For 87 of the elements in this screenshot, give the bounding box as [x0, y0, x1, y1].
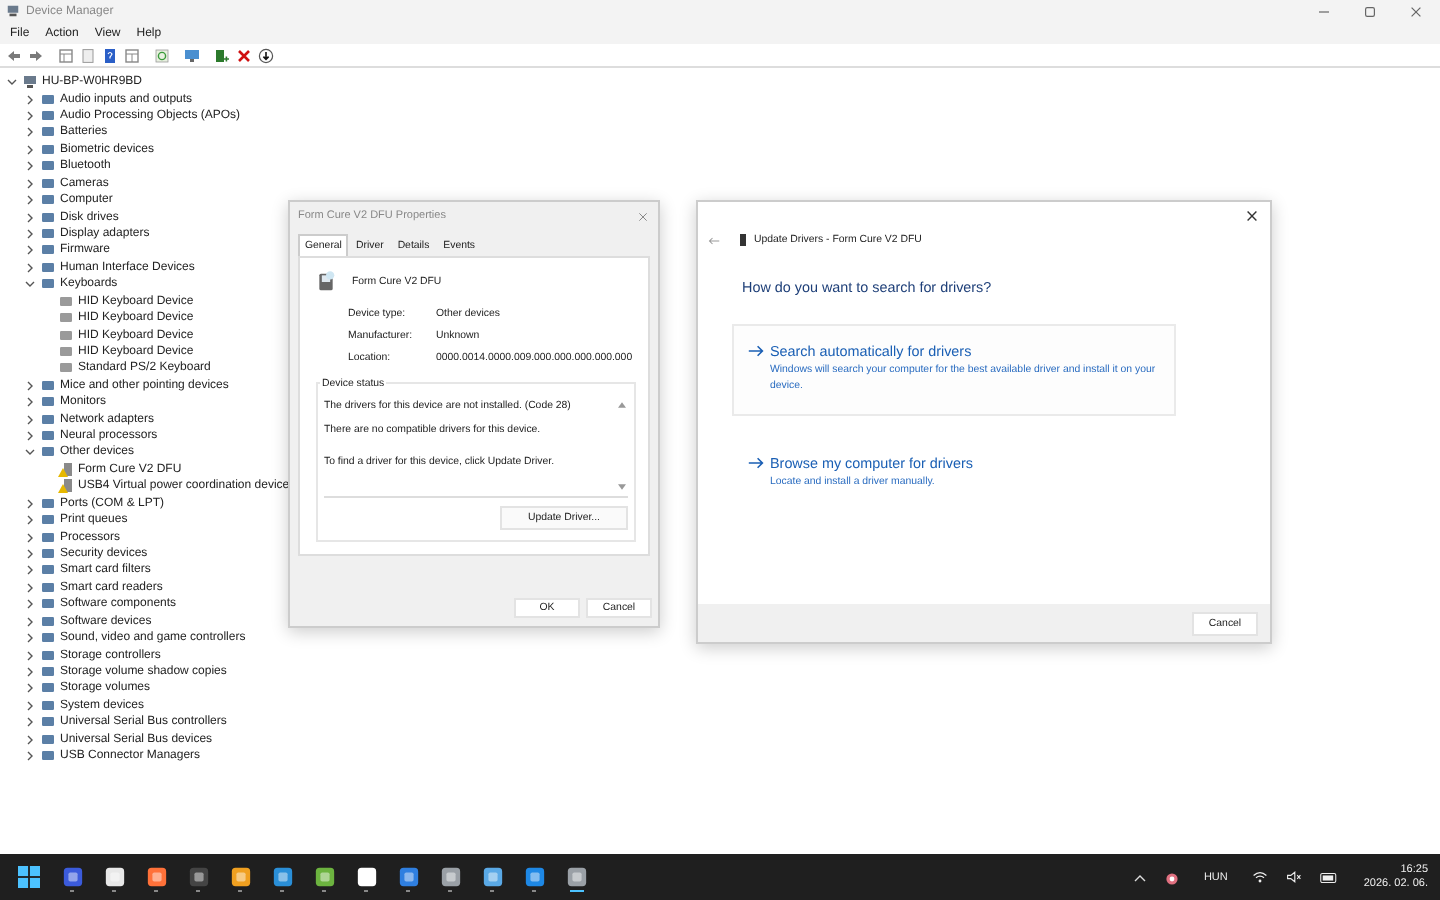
app-icon — [103, 866, 125, 888]
taskbar-app[interactable] — [354, 862, 378, 892]
chevron-icon[interactable] — [24, 548, 36, 561]
chevron-icon[interactable] — [24, 632, 36, 645]
taskbar-app[interactable] — [564, 862, 588, 892]
app-icon — [523, 866, 545, 888]
refresh-icon[interactable] — [154, 47, 170, 63]
chevron-icon[interactable] — [24, 261, 36, 274]
taskbar-app[interactable] — [522, 862, 546, 892]
taskbar-app[interactable] — [270, 862, 294, 892]
app-icon — [481, 866, 503, 888]
app-icon — [439, 866, 461, 888]
chevron-icon[interactable] — [24, 665, 36, 678]
document-icon[interactable] — [80, 47, 96, 63]
computer-icon — [22, 74, 38, 91]
device-icon — [740, 234, 746, 246]
app-icon — [355, 866, 377, 888]
chevron-icon[interactable] — [24, 177, 36, 190]
app-icon — [61, 866, 83, 888]
scroll-down-icon[interactable] — [618, 484, 626, 490]
arrow-icon — [748, 456, 764, 470]
chevron-icon[interactable] — [24, 682, 36, 695]
back-arrow-icon[interactable] — [6, 47, 22, 63]
app-icon — [313, 866, 335, 888]
maximize-icon[interactable] — [1364, 5, 1376, 17]
download-icon[interactable] — [258, 47, 274, 63]
taskbar-app[interactable] — [144, 862, 168, 892]
taskbar-app[interactable] — [438, 862, 462, 892]
chevron-icon[interactable] — [24, 278, 36, 291]
app-icon — [187, 866, 209, 888]
app-icon — [229, 866, 251, 888]
chevron-icon[interactable] — [24, 228, 36, 240]
remove-icon[interactable] — [236, 47, 252, 63]
chevron-icon[interactable] — [24, 716, 36, 729]
chevron-icon[interactable] — [24, 110, 36, 123]
chevron-icon[interactable] — [24, 446, 36, 459]
chevron-icon[interactable] — [24, 598, 36, 611]
chevron-icon[interactable] — [24, 396, 36, 409]
chevron-icon[interactable] — [24, 581, 36, 594]
taskbar-app[interactable] — [186, 862, 210, 892]
taskbar-app[interactable] — [312, 862, 336, 892]
chevron-icon[interactable] — [24, 126, 36, 139]
start-icon[interactable] — [18, 866, 40, 888]
muted-speaker-icon[interactable] — [1285, 870, 1302, 884]
taskbar-app[interactable] — [228, 862, 252, 892]
taskbar-app[interactable] — [396, 862, 420, 892]
scroll-up-icon[interactable] — [618, 402, 626, 408]
add-device-icon[interactable] — [214, 47, 230, 63]
arrow-icon — [748, 344, 764, 358]
battery-icon[interactable] — [1319, 871, 1338, 883]
chevron-icon[interactable] — [24, 699, 36, 712]
chevron-icon[interactable] — [24, 615, 36, 628]
app-icon — [6, 4, 20, 18]
app-icon — [145, 866, 167, 888]
chevron-icon[interactable] — [24, 413, 36, 426]
taskbar-app[interactable] — [60, 862, 84, 892]
app-icon — [565, 866, 587, 888]
chevron-icon[interactable] — [24, 93, 36, 106]
chevron-icon[interactable] — [6, 76, 18, 89]
chevron-icon[interactable] — [24, 733, 36, 746]
grid-icon[interactable] — [58, 47, 74, 63]
chevron-icon[interactable] — [24, 194, 36, 207]
taskbar-app[interactable] — [102, 862, 126, 892]
help-icon[interactable] — [102, 47, 118, 63]
chevron-icon[interactable] — [24, 649, 36, 662]
device-warning-icon — [316, 270, 336, 294]
caret-icon[interactable] — [1133, 873, 1146, 881]
grid-icon[interactable] — [124, 47, 140, 63]
chevron-icon[interactable] — [24, 564, 36, 577]
taskbar-app[interactable] — [480, 862, 504, 892]
chevron-icon[interactable] — [24, 143, 36, 156]
chevron-icon[interactable] — [24, 379, 36, 392]
chevron-icon[interactable] — [24, 430, 36, 443]
forward-arrow-icon[interactable] — [28, 47, 44, 63]
wifi-icon[interactable] — [1251, 870, 1268, 884]
app-icon — [397, 866, 419, 888]
chevron-icon[interactable] — [24, 497, 36, 510]
chevron-icon[interactable] — [24, 750, 36, 763]
app-icon — [271, 866, 293, 888]
close-icon[interactable] — [1246, 210, 1258, 222]
chevron-icon[interactable] — [24, 160, 36, 173]
chevron-icon[interactable] — [24, 211, 36, 224]
chevron-icon[interactable] — [24, 531, 36, 544]
monitor-icon[interactable] — [184, 47, 200, 63]
chevron-icon[interactable] — [24, 244, 36, 257]
tray-icon[interactable] — [1163, 869, 1180, 885]
chevron-icon[interactable] — [24, 514, 36, 527]
